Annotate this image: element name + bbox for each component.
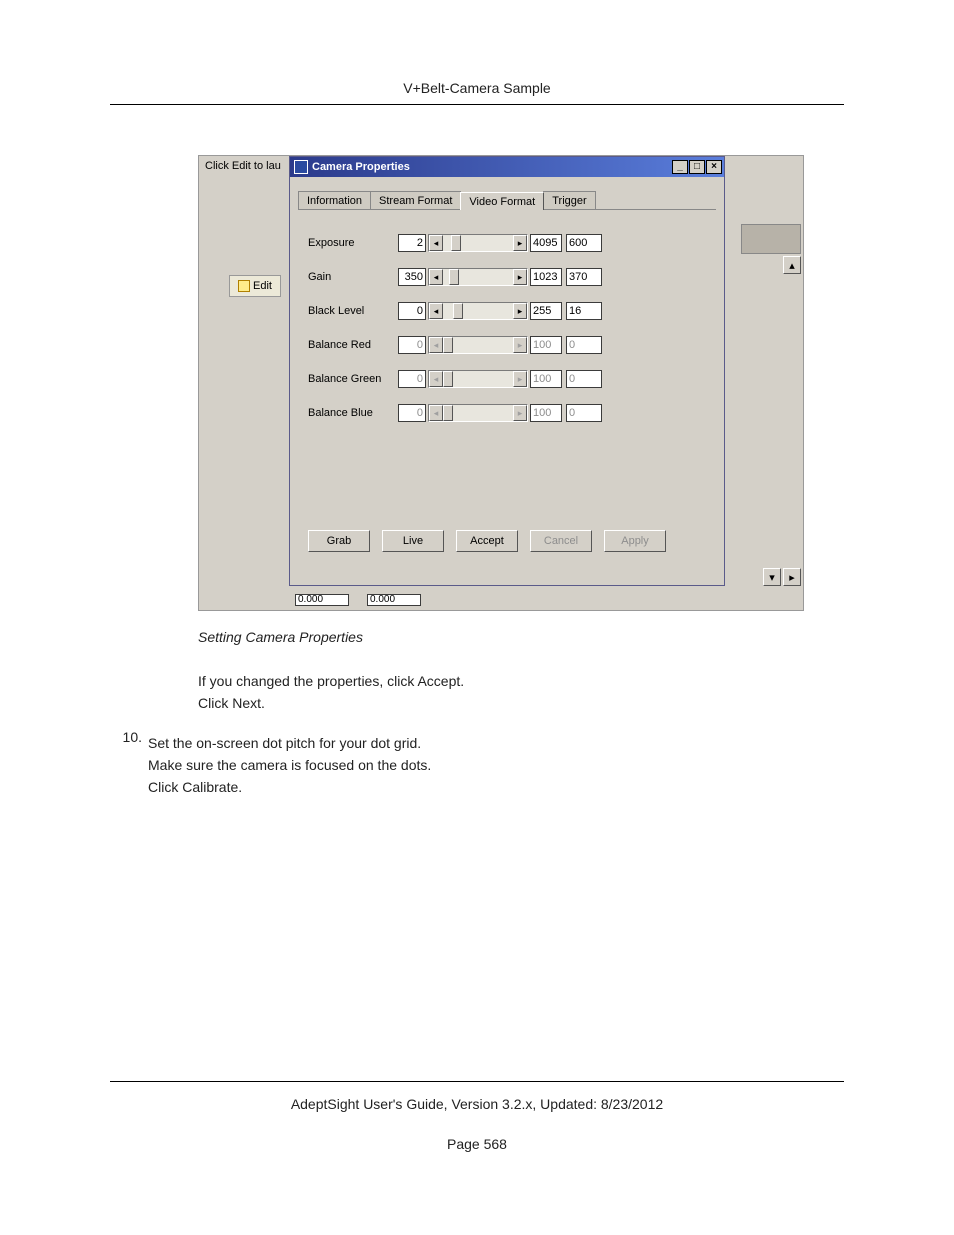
outer-scrollbar[interactable]: ▴ ▾ ▸: [765, 256, 801, 586]
footer-rule: [110, 1081, 844, 1082]
max-value: 100: [530, 370, 562, 388]
slider-left-icon[interactable]: ◂: [429, 269, 443, 285]
slider-thumb: [443, 405, 453, 421]
slider-right-icon[interactable]: ▸: [513, 235, 527, 251]
step-number: 10.: [110, 729, 142, 745]
max-value: 100: [530, 404, 562, 422]
slider-left-icon: ◂: [429, 371, 443, 387]
prop-row-gain: Gain350◂▸1023370: [308, 266, 710, 288]
camera-properties-window: Camera Properties _ □ × InformationStrea…: [289, 156, 725, 586]
tab-panel-video-format: Exposure2◂▸4095600Gain350◂▸1023370Black …: [298, 209, 716, 554]
slider: ◂▸: [428, 336, 528, 354]
slider-left-icon[interactable]: ◂: [429, 303, 443, 319]
header-rule: [110, 104, 844, 105]
step-p2: Make sure the camera is focused on the d…: [148, 757, 844, 773]
min-value: 350: [398, 268, 426, 286]
app-icon: [294, 160, 308, 174]
min-value: 0: [398, 302, 426, 320]
cancel-button: Cancel: [530, 530, 592, 552]
footer-line: AdeptSight User's Guide, Version 3.2.x, …: [110, 1096, 844, 1112]
status-field-1: 0.000: [295, 594, 349, 606]
slider-right-icon: ▸: [513, 371, 527, 387]
value-input[interactable]: 16: [566, 302, 602, 320]
prop-label: Balance Blue: [308, 407, 398, 419]
scroll-right-icon[interactable]: ▸: [783, 568, 801, 586]
max-value: 1023: [530, 268, 562, 286]
accept-button[interactable]: Accept: [456, 530, 518, 552]
slider[interactable]: ◂▸: [428, 302, 528, 320]
edit-button[interactable]: Edit: [229, 275, 281, 297]
min-value: 2: [398, 234, 426, 252]
max-value: 4095: [530, 234, 562, 252]
value-input[interactable]: 600: [566, 234, 602, 252]
slider: ◂▸: [428, 404, 528, 422]
value-input[interactable]: 370: [566, 268, 602, 286]
status-field-2: 0.000: [367, 594, 421, 606]
titlebar[interactable]: Camera Properties _ □ ×: [290, 157, 724, 177]
slider-right-icon[interactable]: ▸: [513, 269, 527, 285]
min-value: 0: [398, 404, 426, 422]
slider-thumb: [443, 371, 453, 387]
live-button[interactable]: Live: [382, 530, 444, 552]
body-p2: Click Next.: [198, 695, 802, 711]
figure-caption: Setting Camera Properties: [198, 629, 802, 645]
minimize-button[interactable]: _: [672, 160, 688, 174]
close-button[interactable]: ×: [706, 160, 722, 174]
page-header-title: V+Belt-Camera Sample: [110, 80, 844, 96]
apply-button: Apply: [604, 530, 666, 552]
slider-left-icon[interactable]: ◂: [429, 235, 443, 251]
step-p3: Click Calibrate.: [148, 779, 844, 795]
value-input: 0: [566, 404, 602, 422]
prop-row-balance-green: Balance Green0◂▸1000: [308, 368, 710, 390]
prop-label: Black Level: [308, 305, 398, 317]
grab-button[interactable]: Grab: [308, 530, 370, 552]
prop-row-exposure: Exposure2◂▸4095600: [308, 232, 710, 254]
window-title: Camera Properties: [312, 161, 668, 173]
prop-label: Balance Red: [308, 339, 398, 351]
value-input: 0: [566, 370, 602, 388]
slider-left-icon: ◂: [429, 337, 443, 353]
body-p1: If you changed the properties, click Acc…: [198, 673, 802, 689]
slider-left-icon: ◂: [429, 405, 443, 421]
scroll-up-icon[interactable]: ▴: [783, 256, 801, 274]
tabs: InformationStream FormatVideo FormatTrig…: [298, 191, 716, 209]
tab-trigger[interactable]: Trigger: [543, 191, 595, 209]
footer-page: Page 568: [110, 1136, 844, 1152]
scroll-down-icon[interactable]: ▾: [763, 568, 781, 586]
screenshot: Click Edit to lau Edit Camera Properties…: [198, 155, 804, 611]
slider-right-icon: ▸: [513, 405, 527, 421]
slider-thumb[interactable]: [451, 235, 461, 251]
min-value: 0: [398, 336, 426, 354]
edit-icon: [238, 280, 250, 292]
tab-information[interactable]: Information: [298, 191, 371, 209]
edit-label: Edit: [253, 280, 272, 292]
slider-thumb: [443, 337, 453, 353]
maximize-button[interactable]: □: [689, 160, 705, 174]
slider-right-icon: ▸: [513, 337, 527, 353]
slider-thumb[interactable]: [453, 303, 463, 319]
slider[interactable]: ◂▸: [428, 268, 528, 286]
prop-label: Gain: [308, 271, 398, 283]
slider-thumb[interactable]: [449, 269, 459, 285]
status-fields: 0.000 0.000: [295, 594, 421, 608]
tab-video-format[interactable]: Video Format: [460, 192, 544, 210]
prop-label: Balance Green: [308, 373, 398, 385]
prop-row-balance-red: Balance Red0◂▸1000: [308, 334, 710, 356]
prop-row-black-level: Black Level0◂▸25516: [308, 300, 710, 322]
background-panel: [741, 224, 801, 254]
max-value: 255: [530, 302, 562, 320]
prop-label: Exposure: [308, 237, 398, 249]
slider[interactable]: ◂▸: [428, 234, 528, 252]
value-input: 0: [566, 336, 602, 354]
slider: ◂▸: [428, 370, 528, 388]
prop-row-balance-blue: Balance Blue0◂▸1000: [308, 402, 710, 424]
min-value: 0: [398, 370, 426, 388]
slider-right-icon[interactable]: ▸: [513, 303, 527, 319]
tab-stream-format[interactable]: Stream Format: [370, 191, 461, 209]
dialog-buttons: Grab Live Accept Cancel Apply: [308, 530, 710, 552]
hint-text: Click Edit to lau: [205, 160, 281, 172]
max-value: 100: [530, 336, 562, 354]
step-p1: Set the on-screen dot pitch for your dot…: [148, 735, 844, 751]
